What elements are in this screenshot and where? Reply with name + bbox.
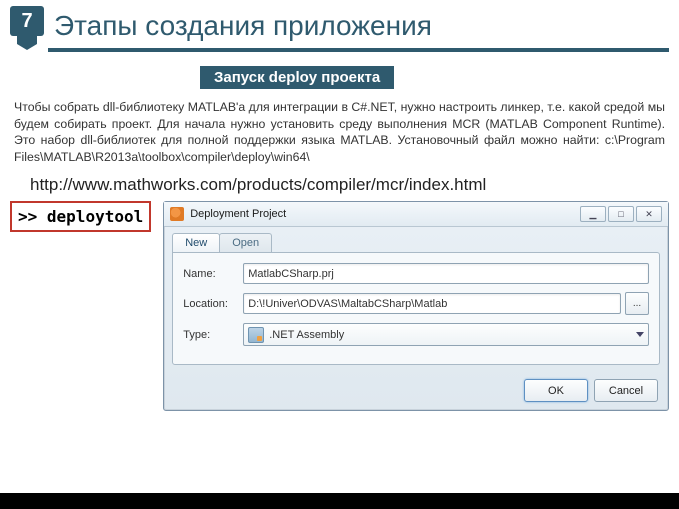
- cancel-label: Cancel: [609, 385, 643, 397]
- ellipsis-icon: ...: [633, 298, 641, 309]
- type-label: Type:: [183, 329, 243, 341]
- type-select[interactable]: .NET Assembly: [243, 323, 649, 346]
- window-titlebar: Deployment Project ▁ □ ✕: [164, 202, 668, 227]
- window-title: Deployment Project: [190, 208, 580, 220]
- type-value: .NET Assembly: [269, 329, 344, 341]
- deployment-project-window: Deployment Project ▁ □ ✕ New Open Name: …: [163, 201, 669, 411]
- name-value: MatlabCSharp.prj: [248, 268, 334, 280]
- name-label: Name:: [183, 268, 243, 280]
- page-title: Этапы создания приложения: [54, 10, 432, 42]
- matlab-command-box: >> deploytool: [10, 201, 151, 232]
- assembly-icon: [248, 327, 264, 343]
- location-value: D:\!Univer\ODVAS\MaltabCSharp\Matlab: [248, 298, 447, 310]
- footer-bar: [0, 493, 679, 509]
- tab-strip: New Open: [164, 227, 668, 252]
- location-label: Location:: [183, 298, 243, 310]
- name-input[interactable]: MatlabCSharp.prj: [243, 263, 649, 284]
- dialog-button-bar: OK Cancel: [164, 373, 668, 410]
- minimize-icon: ▁: [590, 209, 597, 220]
- location-input[interactable]: D:\!Univer\ODVAS\MaltabCSharp\Matlab: [243, 293, 621, 314]
- ok-button[interactable]: OK: [524, 379, 588, 402]
- minimize-button[interactable]: ▁: [580, 206, 606, 222]
- maximize-button[interactable]: □: [608, 206, 634, 222]
- browse-button[interactable]: ...: [625, 292, 649, 315]
- close-icon: ✕: [645, 209, 653, 220]
- command-text: deploytool: [47, 207, 143, 226]
- ok-label: OK: [548, 385, 564, 397]
- mcr-url: http://www.mathworks.com/products/compil…: [30, 175, 659, 195]
- tab-new[interactable]: New: [172, 233, 220, 252]
- cancel-button[interactable]: Cancel: [594, 379, 658, 402]
- body-paragraph: Чтобы собрать dll-библиотеку MATLAB'а дл…: [14, 99, 665, 165]
- section-subheader: Запуск deploy проекта: [200, 66, 394, 89]
- matlab-icon: [170, 207, 184, 221]
- prompt: >>: [18, 207, 47, 226]
- tab-open[interactable]: Open: [219, 233, 272, 252]
- chevron-down-icon: [636, 332, 644, 337]
- close-button[interactable]: ✕: [636, 206, 662, 222]
- slide-number-badge: 7: [10, 6, 44, 46]
- title-rule: [48, 48, 669, 52]
- slide-number: 7: [21, 10, 32, 33]
- maximize-icon: □: [618, 209, 623, 219]
- new-project-form: Name: MatlabCSharp.prj Location: D:\!Uni…: [172, 252, 660, 365]
